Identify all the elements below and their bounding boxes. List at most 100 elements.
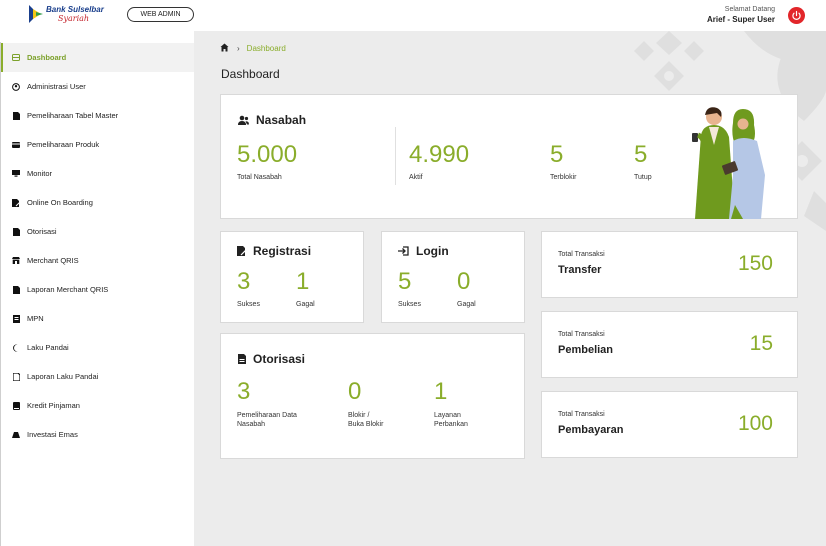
sidebar-item-otorisasi[interactable]: Otorisasi <box>1 217 195 246</box>
transaksi-small-label: Total Transaksi <box>558 251 605 258</box>
otorisasi-layanan-label: Layanan Perbankan <box>434 412 468 428</box>
nasabah-title: Nasabah <box>238 113 306 127</box>
transaksi-value: 150 <box>737 252 773 275</box>
otorisasi-layanan-value: 1 <box>434 378 448 405</box>
sidebar-item-label: Dashboard <box>27 53 67 62</box>
document-icon <box>12 372 20 381</box>
breadcrumb-current[interactable]: Dashboard <box>247 44 286 53</box>
transaksi-pembayaran-card: Total Transaksi Pembayaran 100 <box>541 391 798 458</box>
transaksi-name: Pembelian <box>558 344 614 356</box>
users-icon <box>238 115 249 125</box>
registrasi-sukses-value: 3 <box>237 268 251 295</box>
sidebar-item-kredit-pinjaman[interactable]: Kredit Pinjaman <box>1 391 195 420</box>
sidebar-item-label: Investasi Emas <box>27 430 78 439</box>
otorisasi-pemeliharaan-value: 3 <box>237 378 251 405</box>
sidebar-item-pemeliharaan-produk[interactable]: Pemeliharaan Produk <box>1 130 195 159</box>
sidebar-item-merchant-qris[interactable]: Merchant QRIS <box>1 246 195 275</box>
login-title-text: Login <box>416 244 449 258</box>
user-name: Arief - Super User <box>706 15 775 24</box>
total-nasabah-value: 5.000 <box>237 141 298 168</box>
sidebar-item-label: Laporan Merchant QRIS <box>27 285 109 294</box>
logo-text-primary: Bank Sulselbar <box>46 5 104 14</box>
sidebar-item-dashboard[interactable]: Dashboard <box>1 43 195 72</box>
sidebar-item-laporan-laku-pandai[interactable]: Laporan Laku Pandai <box>1 362 195 391</box>
login-gagal-value: 0 <box>457 268 471 295</box>
logout-button[interactable] <box>788 7 805 24</box>
logo-text-secondary: Syariah <box>58 14 90 23</box>
card-icon <box>12 141 20 149</box>
edit-document-icon <box>12 198 20 207</box>
page-title: Dashboard <box>221 67 280 81</box>
dashboard-icon <box>12 54 20 62</box>
top-header: Bank Sulselbar Syariah WEB ADMIN Selamat… <box>0 0 826 31</box>
registrasi-title: Registrasi <box>237 244 311 258</box>
document-icon <box>12 111 20 120</box>
sidebar-item-label: Monitor <box>27 169 53 178</box>
login-gagal-label: Gagal <box>457 301 476 308</box>
sidebar-item-label: Laku Pandai <box>27 343 69 352</box>
crescent-icon <box>12 343 20 352</box>
terblokir-value: 5 <box>550 141 564 168</box>
sidebar-item-label: Pemeliharaan Produk <box>27 140 100 149</box>
login-card: Login 5 Sukses 0 Gagal <box>381 231 525 323</box>
login-sukses-value: 5 <box>398 268 412 295</box>
sidebar-item-label: Administrasi User <box>27 82 86 91</box>
user-greeting: Selamat Datang Arief - Super User <box>707 6 775 24</box>
tutup-label: Tutup <box>634 174 652 181</box>
otorisasi-blokir-label: Blokir / Buka Blokir <box>348 412 384 428</box>
logo-mark-icon <box>29 5 43 23</box>
otorisasi-blokir-value: 0 <box>348 378 362 405</box>
registrasi-sukses-label: Sukses <box>237 301 260 308</box>
otorisasi-title: Otorisasi <box>238 352 305 366</box>
document-icon <box>238 354 246 364</box>
document-icon <box>12 314 20 323</box>
otorisasi-card: Otorisasi 3 Pemeliharaan Data Nasabah 0 B… <box>220 333 525 459</box>
login-sukses-label: Sukses <box>398 301 421 308</box>
transaksi-small-label: Total Transaksi <box>558 411 605 418</box>
terblokir-label: Terblokir <box>550 174 577 181</box>
sidebar-item-label: Laporan Laku Pandai <box>27 372 99 381</box>
home-icon[interactable] <box>220 43 229 54</box>
sidebar-item-label: Pemeliharaan Tabel Master <box>27 111 119 120</box>
sidebar-item-label: Kredit Pinjaman <box>27 401 80 410</box>
sidebar-item-monitor[interactable]: Monitor <box>1 159 195 188</box>
transaksi-name: Pembayaran <box>558 424 624 436</box>
bank-logo[interactable]: Bank Sulselbar Syariah <box>28 4 108 26</box>
sidebar-item-label: Otorisasi <box>27 227 57 236</box>
document-icon <box>12 227 20 236</box>
transaksi-value: 100 <box>737 412 773 435</box>
monitor-icon <box>12 170 20 178</box>
sidebar-item-laporan-merchant-qris[interactable]: Laporan Merchant QRIS <box>1 275 195 304</box>
greeting-text: Selamat Datang <box>724 6 775 13</box>
login-icon <box>398 246 409 256</box>
gold-icon <box>12 431 20 439</box>
sidebar-item-pemeliharaan-tabel-master[interactable]: Pemeliharaan Tabel Master <box>1 101 195 130</box>
transaksi-transfer-card: Total Transaksi Transfer 150 <box>541 231 798 298</box>
divider <box>395 127 396 185</box>
registrasi-gagal-value: 1 <box>296 268 310 295</box>
chevron-right-icon: › <box>237 44 240 53</box>
transaksi-value: 15 <box>749 332 773 355</box>
sidebar: Dashboard Administrasi User Pemeliharaan… <box>0 42 195 546</box>
sidebar-item-online-on-boarding[interactable]: Online On Boarding <box>1 188 195 217</box>
sidebar-item-investasi-emas[interactable]: Investasi Emas <box>1 420 195 449</box>
book-icon <box>12 401 20 410</box>
web-admin-button[interactable]: WEB ADMIN <box>127 7 194 22</box>
nasabah-card: Nasabah 5.000 Total Nasabah 4.990 Aktif … <box>220 94 798 219</box>
total-nasabah-label: Total Nasabah <box>237 174 282 181</box>
sidebar-item-mpn[interactable]: MPN <box>1 304 195 333</box>
sidebar-item-laku-pandai[interactable]: Laku Pandai <box>1 333 195 362</box>
sidebar-item-label: MPN <box>27 314 44 323</box>
registrasi-gagal-label: Gagal <box>296 301 315 308</box>
nasabah-title-text: Nasabah <box>256 113 307 127</box>
transaksi-pembelian-card: Total Transaksi Pembelian 15 <box>541 311 798 378</box>
sidebar-item-label: Merchant QRIS <box>27 256 79 265</box>
aktif-value: 4.990 <box>409 141 470 168</box>
document-icon <box>12 285 20 294</box>
store-icon <box>12 257 20 265</box>
user-circle-icon <box>12 82 20 91</box>
transaksi-small-label: Total Transaksi <box>558 331 605 338</box>
edit-document-icon <box>237 246 246 256</box>
sidebar-item-administrasi-user[interactable]: Administrasi User <box>1 72 195 101</box>
registrasi-title-text: Registrasi <box>253 244 312 258</box>
